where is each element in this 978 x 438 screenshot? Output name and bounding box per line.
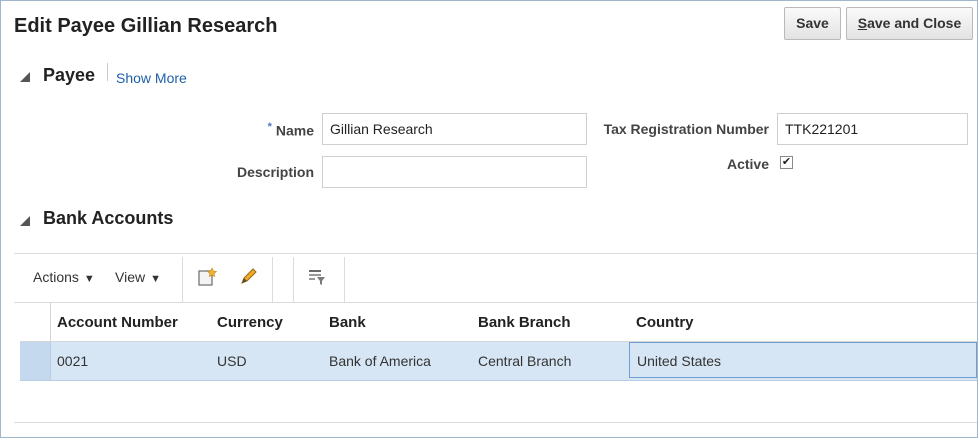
save-button[interactable]: Save: [784, 7, 841, 40]
tax-registration-label: Tax Registration Number: [603, 121, 769, 137]
name-field[interactable]: Gillian Research: [322, 113, 587, 145]
edit-pencil-icon[interactable]: [238, 267, 258, 287]
page-title: Edit Payee Gillian Research: [14, 15, 278, 37]
toolbar-divider: [182, 257, 183, 303]
payee-section-title: Payee: [43, 65, 96, 85]
tax-registration-field[interactable]: TTK221201: [777, 113, 968, 145]
row-header-corner: [20, 303, 51, 341]
column-header-bank[interactable]: Bank: [329, 314, 366, 331]
column-header-bank-branch[interactable]: Bank Branch: [478, 314, 571, 331]
name-label: * Name: [267, 121, 314, 139]
actions-menu[interactable]: Actions ▼: [33, 269, 95, 285]
toolbar-top-border: [14, 253, 977, 254]
description-label: Description: [236, 164, 314, 180]
collapse-payee-icon[interactable]: [20, 72, 30, 82]
toolbar-divider: [344, 257, 345, 303]
view-menu[interactable]: View ▼: [115, 269, 161, 285]
edit-payee-panel: Edit Payee Gillian Research Save Save an…: [0, 0, 978, 438]
cell-account-number[interactable]: 0021: [57, 353, 88, 369]
toolbar-divider: [272, 257, 273, 303]
column-header-currency[interactable]: Currency: [217, 314, 283, 331]
required-icon: *: [267, 121, 272, 133]
save-and-close-button[interactable]: Save and Close: [846, 7, 973, 40]
active-checkbox[interactable]: ✔: [780, 156, 793, 169]
cell-bank-branch[interactable]: Central Branch: [478, 353, 571, 369]
column-header-account-number[interactable]: Account Number: [57, 314, 178, 331]
cell-currency[interactable]: USD: [217, 353, 247, 369]
show-more-link[interactable]: Show More: [116, 70, 187, 86]
row-header[interactable]: [20, 342, 51, 380]
column-header-country[interactable]: Country: [636, 314, 694, 331]
create-icon[interactable]: [197, 267, 217, 287]
cell-bank[interactable]: Bank of America: [329, 353, 431, 369]
header-divider: [107, 63, 108, 81]
collapse-bank-accounts-icon[interactable]: [20, 216, 30, 226]
cell-country[interactable]: United States: [637, 353, 721, 369]
table-row[interactable]: 0021 USD Bank of America Central Branch …: [20, 342, 977, 381]
table-bottom-border: [14, 422, 977, 423]
description-field[interactable]: [322, 156, 587, 188]
bank-accounts-section-title: Bank Accounts: [43, 208, 174, 228]
toolbar-divider: [293, 257, 294, 303]
table-header: Account Number Currency Bank Bank Branch…: [20, 303, 977, 342]
query-by-example-icon[interactable]: [307, 267, 327, 287]
active-label: Active: [726, 156, 769, 172]
